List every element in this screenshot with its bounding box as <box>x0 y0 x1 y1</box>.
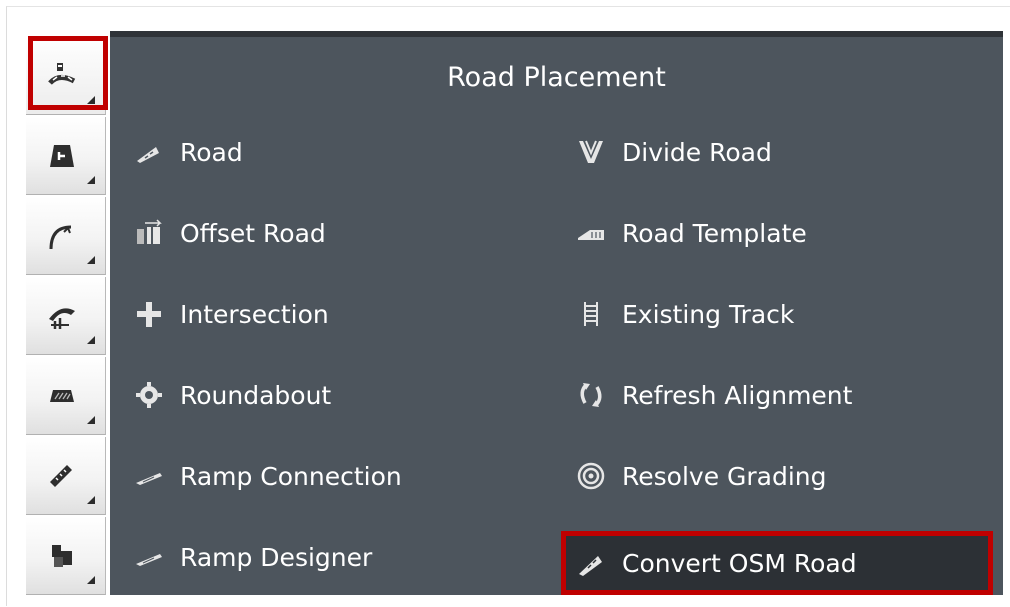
menu-item-existing-track[interactable]: Existing Track <box>576 286 794 342</box>
panel-title: Road Placement <box>447 61 666 93</box>
expand-corner <box>87 336 95 344</box>
objects-tab[interactable] <box>26 517 106 595</box>
menu-highlight-box <box>561 531 993 595</box>
menu-item-refresh-alignment[interactable]: Refresh Alignment <box>576 367 852 423</box>
menu-item-label: Roundabout <box>180 380 332 410</box>
road-icon <box>137 147 159 163</box>
menu-item-label: Existing Track <box>622 299 795 329</box>
menu-item-road[interactable]: Road <box>134 124 243 180</box>
surface-tab[interactable] <box>26 357 106 435</box>
objects-icon <box>51 544 72 567</box>
intersection-icon <box>137 302 161 327</box>
measure-tab[interactable] <box>26 437 106 515</box>
menu-item-divide-road[interactable]: Divide Road <box>576 124 772 180</box>
existing-track-icon <box>584 302 598 326</box>
menu-item-label: Ramp Designer <box>180 542 373 572</box>
roundabout-icon <box>136 382 162 408</box>
menu-item-label: Road Template <box>622 218 807 248</box>
menu-item-resolve-grading[interactable]: Resolve Grading <box>576 448 827 504</box>
menu-item-intersection[interactable]: Intersection <box>134 286 329 342</box>
intersection-tools-icon <box>48 307 75 329</box>
resolve-grading-icon <box>577 462 605 490</box>
terrain-tab[interactable] <box>26 117 106 195</box>
menu-item-label: Ramp Connection <box>180 461 402 491</box>
offset-road-icon <box>137 219 162 244</box>
terrain-icon <box>49 144 74 167</box>
road-template-icon <box>578 230 604 240</box>
menu-item-label: Divide Road <box>622 137 772 167</box>
expand-corner <box>87 576 95 584</box>
expand-corner <box>87 176 95 184</box>
menu-item-roundabout[interactable]: Roundabout <box>134 367 331 423</box>
refresh-alignment-icon <box>580 383 602 407</box>
menu-item-offset-road[interactable]: Offset Road <box>134 205 326 261</box>
menu-item-label: Resolve Grading <box>622 461 827 491</box>
curve-tab[interactable] <box>26 197 106 275</box>
menu-item-label: Intersection <box>180 299 329 329</box>
expand-corner <box>87 416 95 424</box>
menu-item-label: Offset Road <box>180 218 326 248</box>
measure-icon <box>49 464 72 487</box>
expand-corner <box>87 256 95 264</box>
curve-icon <box>49 225 71 249</box>
ramp-connection-icon <box>136 473 162 485</box>
menu-item-road-template[interactable]: Road Template <box>576 205 807 261</box>
intersection-tools-tab[interactable] <box>26 277 106 355</box>
ramp-designer-icon <box>136 554 162 566</box>
menu-item-ramp-designer[interactable]: Ramp Designer <box>134 529 372 585</box>
surface-icon <box>49 389 74 402</box>
menu-item-label: Refresh Alignment <box>622 380 853 410</box>
menu-item-ramp-connection[interactable]: Ramp Connection <box>134 448 402 504</box>
menu-item-label: Road <box>180 137 243 167</box>
sidebar-highlight-box <box>28 36 108 110</box>
tool-sidebar <box>24 37 110 595</box>
expand-corner <box>87 496 95 504</box>
road-placement-panel: Road Placement Road Divide Road Offset R… <box>110 37 1003 595</box>
divide-road-icon <box>579 140 603 163</box>
